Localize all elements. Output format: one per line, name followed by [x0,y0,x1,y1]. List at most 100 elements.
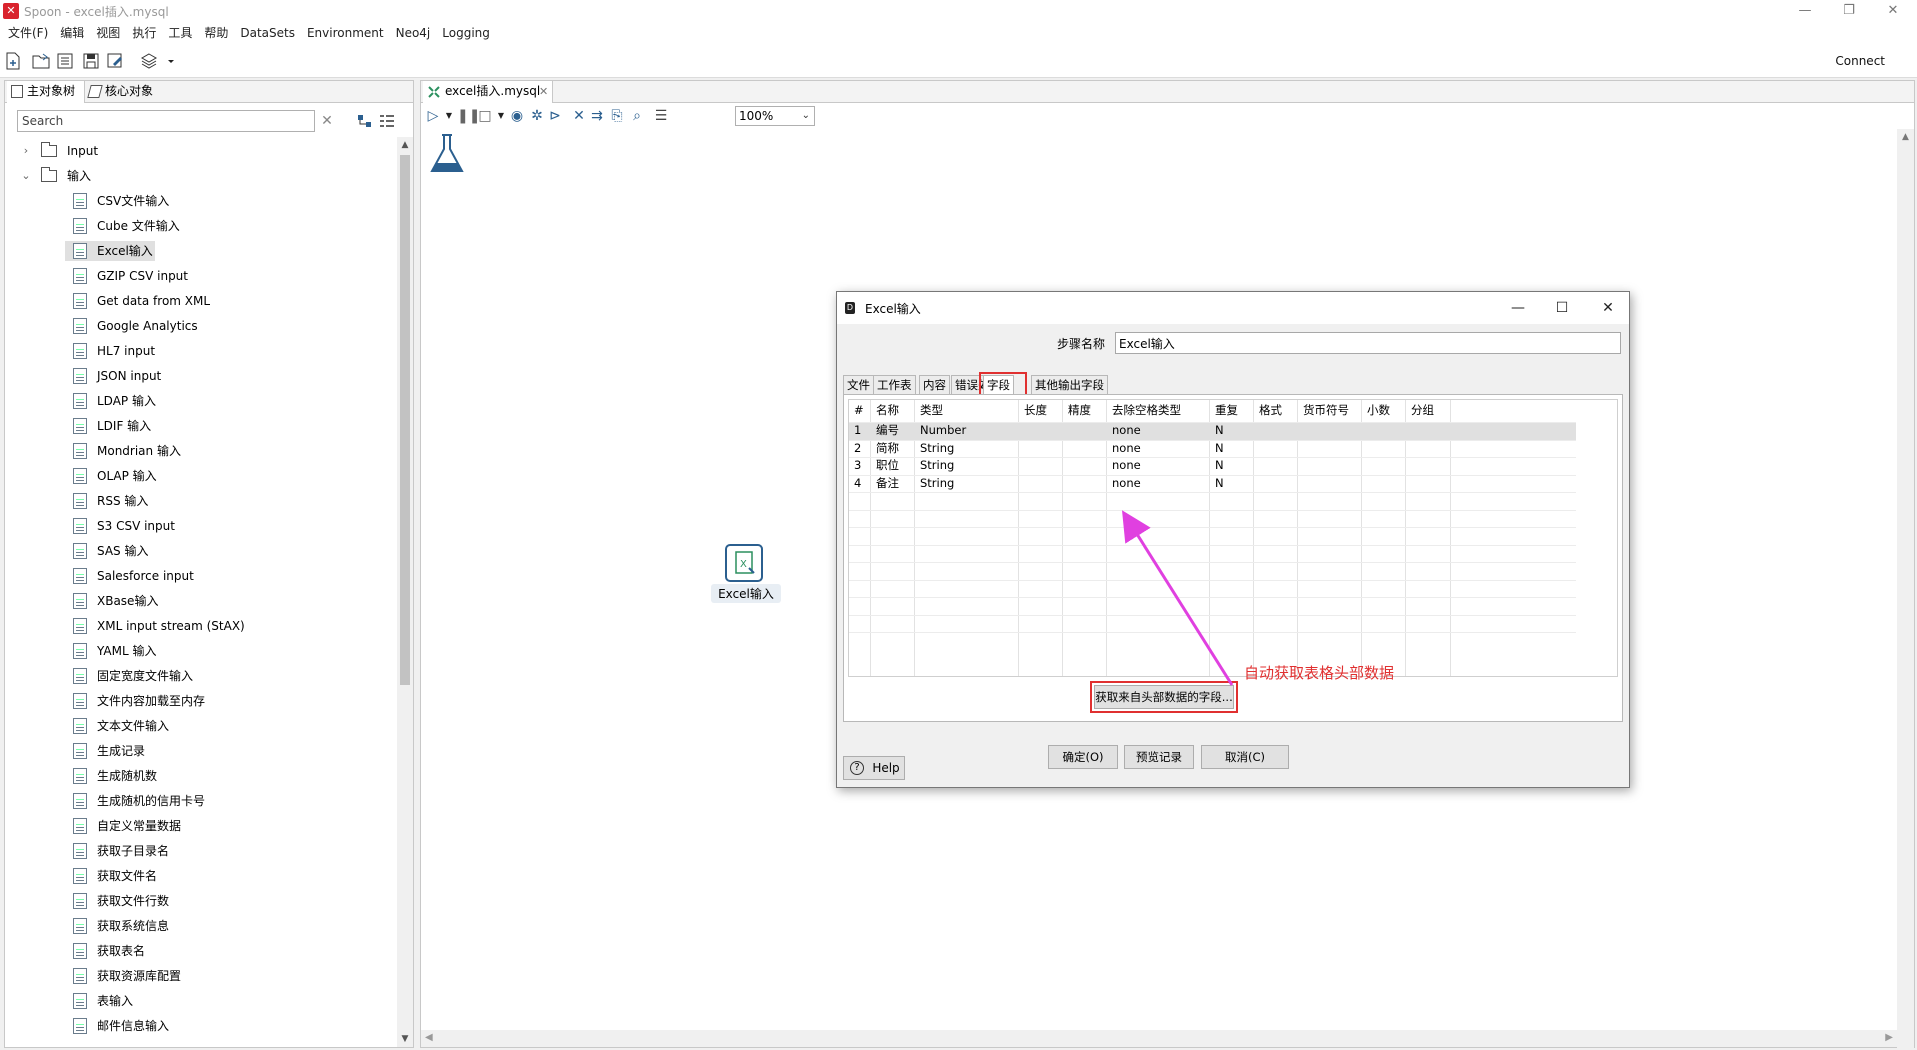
tree-step-item[interactable]: 文本文件输入 [65,716,169,736]
close-window-button[interactable]: ✕ [1871,0,1915,22]
dialog-maximize-button[interactable]: ☐ [1547,297,1577,319]
tree-step-item[interactable]: 生成随机数 [65,766,157,786]
tree-step-item[interactable]: JSON input [65,366,161,386]
tree-step-item[interactable]: 自定义常量数据 [65,816,181,836]
column-header[interactable]: 货币符号 [1298,400,1360,421]
help-button[interactable]: ? Help [843,756,905,780]
table-cell[interactable] [1406,473,1449,494]
tree-step-item[interactable]: 表输入 [65,991,133,1011]
tab-core-objects[interactable]: 核心对象 [85,81,165,103]
scroll-left-icon[interactable]: ◀ [425,1032,433,1043]
tab-transformation[interactable]: excel插入.mysql ✕ [423,81,553,103]
show-results-icon[interactable]: ☰ [653,108,669,124]
dialog-minimize-button[interactable]: — [1503,297,1533,319]
expand-all-icon[interactable] [379,113,395,129]
scroll-thumb[interactable] [400,155,410,685]
tree-step-item[interactable]: Salesforce input [65,566,194,586]
table-cell[interactable]: none [1107,473,1208,494]
replay-icon[interactable]: ⊳ [547,108,563,124]
excel-step-icon[interactable]: X [725,544,763,582]
tree-step-item[interactable]: CSV文件输入 [65,191,169,211]
tree-step-item[interactable]: Google Analytics [65,316,198,336]
tree-step-item[interactable]: LDIF 输入 [65,416,151,436]
explore-db-icon[interactable]: ⌕ [629,108,645,124]
explore-repository-icon[interactable] [56,52,74,70]
canvas-hscrollbar[interactable]: ◀ ▶ [421,1030,1897,1047]
column-header[interactable]: 重复 [1210,400,1252,421]
search-input[interactable] [17,110,315,132]
menu-view[interactable]: 视图 [90,22,126,44]
preview-icon[interactable]: ◉ [509,108,525,124]
ok-button[interactable]: 确定(O) [1048,745,1118,769]
chevron-down-icon[interactable]: ⌄ [19,166,33,186]
tree-folder-input[interactable]: › Input [19,141,219,161]
menu-edit[interactable]: 编辑 [54,22,90,44]
column-header[interactable]: 长度 [1019,400,1061,421]
table-cell[interactable] [1063,473,1105,494]
save-icon[interactable] [82,52,100,70]
menu-logging[interactable]: Logging [436,22,496,44]
tree-step-item[interactable]: Mondrian 输入 [65,441,181,461]
dialog-close-button[interactable]: ✕ [1593,297,1623,319]
column-header[interactable]: 格式 [1254,400,1296,421]
scroll-right-icon[interactable]: ▶ [1885,1032,1893,1043]
tab-file[interactable]: 文件 [843,375,874,395]
close-tab-icon[interactable]: ✕ [539,81,548,102]
stop-dropdown-icon[interactable]: ▼ [493,108,509,124]
tab-additional-output-fields[interactable]: 其他输出字段 [1031,375,1108,395]
canvas-step-excel-input[interactable]: X Excel输入 [711,544,781,603]
tree-folder-input-cn[interactable]: ⌄ 输入 [19,166,219,186]
step-name-input[interactable] [1115,332,1621,354]
chevron-right-icon[interactable]: › [19,141,33,161]
scroll-up-icon[interactable]: ▲ [1897,129,1914,145]
table-cell[interactable]: N [1210,473,1252,494]
scroll-up-icon[interactable]: ▲ [397,137,413,153]
zoom-select[interactable]: 100% ⌄ [735,106,815,126]
tree-step-item[interactable]: 获取子目录名 [65,841,169,861]
minimize-button[interactable]: — [1783,0,1827,22]
menu-environment[interactable]: Environment [301,22,390,44]
collapse-tree-icon[interactable] [357,113,373,129]
column-header[interactable]: 去除空格类型 [1107,400,1208,421]
tree-step-item[interactable]: 获取表名 [65,941,145,961]
tree-step-item[interactable]: 获取资源库配置 [65,966,181,986]
tab-sheets[interactable]: 工作表 [873,375,916,395]
run-dropdown-icon[interactable]: ▼ [441,108,457,124]
tab-content[interactable]: 内容 [919,375,950,395]
layers-icon[interactable] [140,52,158,70]
pause-icon[interactable]: ❚❚ [457,108,480,124]
column-header[interactable]: # [849,400,869,421]
tree-step-item[interactable]: 获取系统信息 [65,916,169,936]
column-header[interactable]: 精度 [1063,400,1105,421]
tree-step-item[interactable]: 文件内容加载至内存 [65,691,205,711]
verify-icon[interactable]: ✕ [571,108,587,124]
tree-step-item[interactable]: 固定宽度文件输入 [65,666,193,686]
table-cell[interactable]: String [915,473,1017,494]
tree-step-item[interactable]: Cube 文件输入 [65,216,180,236]
scroll-down-icon[interactable]: ▼ [397,1031,413,1047]
impact-icon[interactable]: ⇉ [589,108,605,124]
tree-step-item[interactable]: OLAP 输入 [65,466,157,486]
column-header[interactable]: 名称 [871,400,913,421]
table-cell[interactable] [1362,473,1404,494]
menu-tools[interactable]: 工具 [162,22,198,44]
table-cell[interactable] [1019,473,1061,494]
tree-step-item[interactable]: 生成随机的信用卡号 [65,791,205,811]
run-icon[interactable]: ▷ [425,108,441,124]
tree-step-item[interactable]: S3 CSV input [65,516,175,536]
tab-main-tree[interactable]: 主对象树 [7,81,85,103]
tree-step-item[interactable]: XML input stream (StAX) [65,616,245,636]
restore-button[interactable]: ❐ [1827,0,1871,22]
save-as-icon[interactable] [106,52,124,70]
tree-step-item[interactable]: 获取文件行数 [65,891,169,911]
preview-button[interactable]: 预览记录 [1124,745,1194,769]
connect-button[interactable]: Connect [1835,54,1885,68]
tree-step-item[interactable]: Excel输入 [65,241,155,261]
stop-icon[interactable]: □ [477,108,493,124]
new-file-icon[interactable] [4,52,22,70]
menu-neo4j[interactable]: Neo4j [390,22,437,44]
tree-step-item[interactable]: XBase输入 [65,591,158,611]
tree-step-item[interactable]: YAML 输入 [65,641,156,661]
table-cell[interactable]: 4 [849,473,869,494]
tree-step-item[interactable]: SAS 输入 [65,541,148,561]
